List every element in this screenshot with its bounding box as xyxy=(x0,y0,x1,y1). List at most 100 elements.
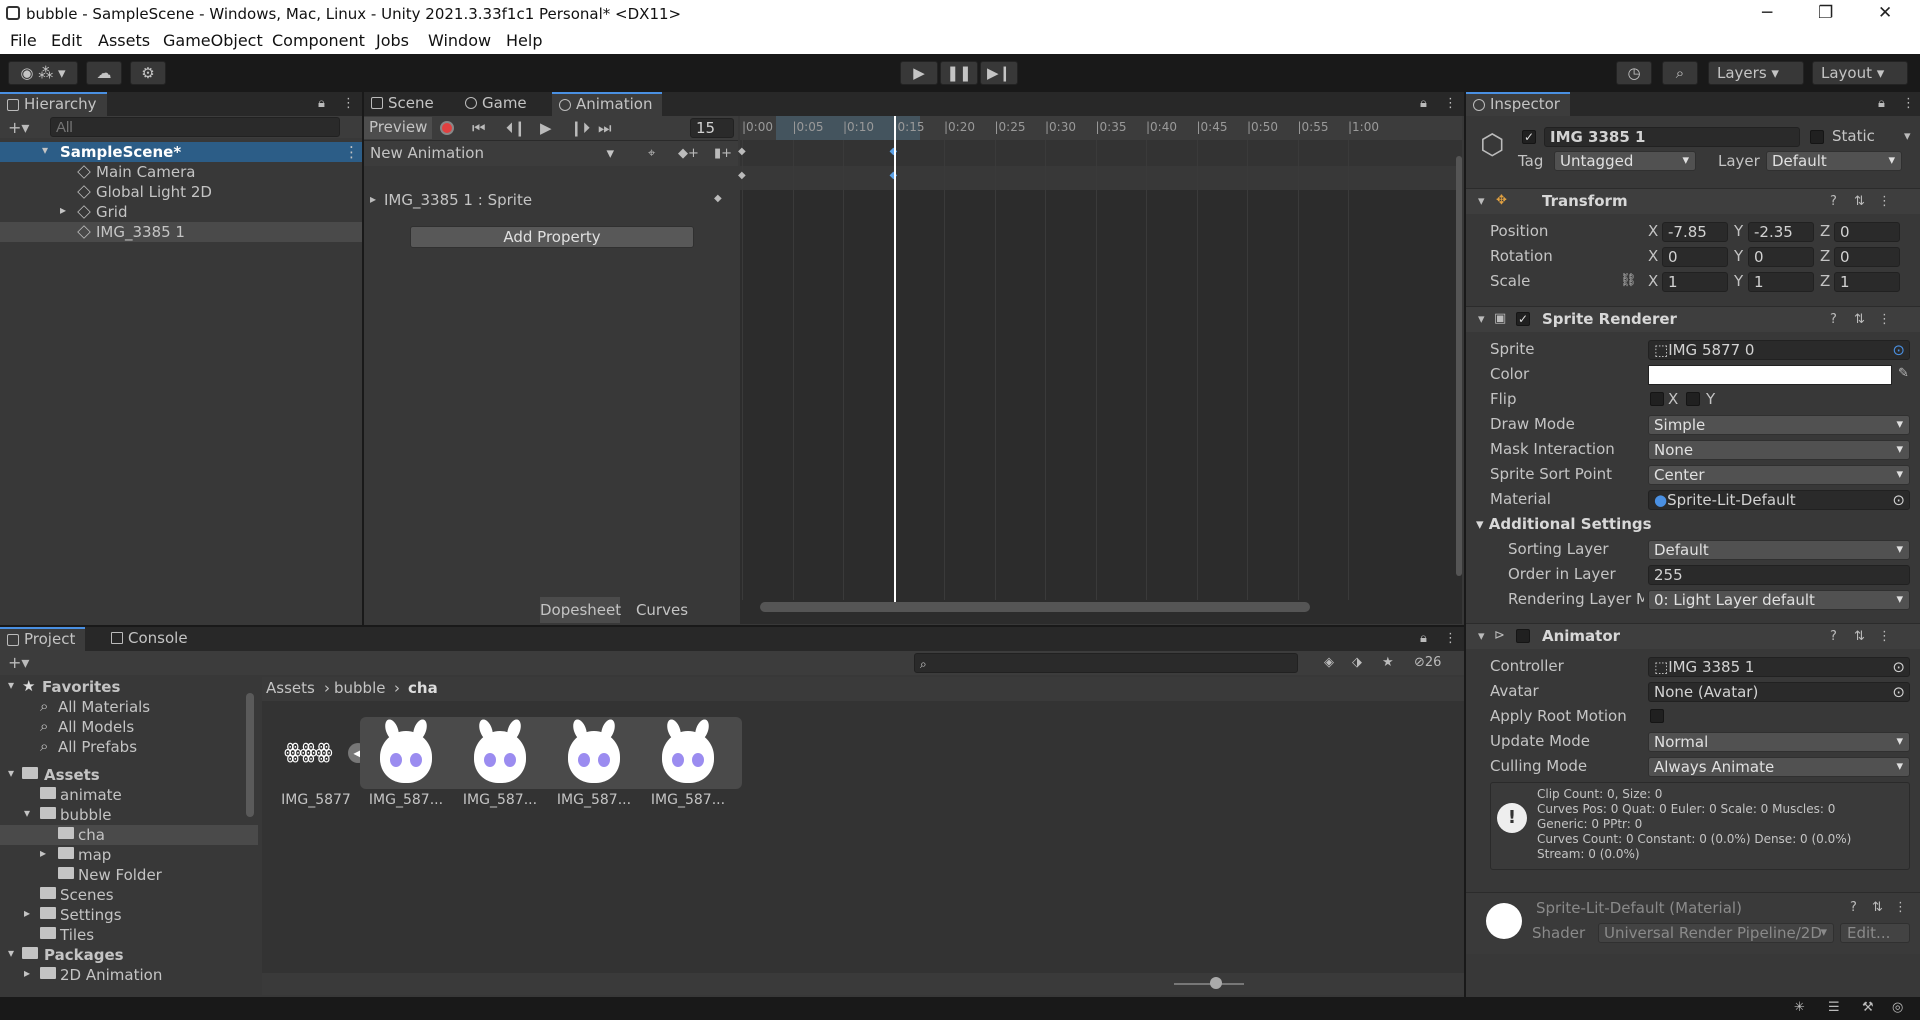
tab-curves[interactable]: Curves xyxy=(622,597,702,623)
chevron-down-icon[interactable]: ▾ xyxy=(1904,129,1911,144)
expand-icon[interactable]: ▸ xyxy=(370,192,376,206)
hierarchy-search-input[interactable] xyxy=(50,117,340,137)
preset-icon[interactable]: ⇅ xyxy=(1854,312,1865,327)
position-x-field[interactable]: -7.85 xyxy=(1662,222,1728,242)
active-checkbox[interactable]: ✓ xyxy=(1522,130,1536,144)
sprite-renderer-enabled-checkbox[interactable]: ✓ xyxy=(1516,312,1530,326)
close-button[interactable]: ✕ xyxy=(1878,3,1892,23)
culling-mode-dropdown[interactable]: Always Animate xyxy=(1648,757,1910,777)
frame-field[interactable]: 15 xyxy=(690,118,734,138)
menu-window[interactable]: Window xyxy=(428,31,491,50)
component-menu-icon[interactable]: ⋮ xyxy=(1878,194,1891,209)
timeline-scrollbar[interactable] xyxy=(760,602,1310,612)
kebab-menu-icon[interactable]: ⋮ xyxy=(1902,96,1915,111)
constrain-proportions-icon[interactable]: ⛓ xyxy=(1620,273,1637,288)
animator-enabled-checkbox[interactable] xyxy=(1516,629,1530,643)
scale-z-field[interactable]: 1 xyxy=(1834,272,1900,292)
hierarchy-item-selected[interactable]: IMG_3385 1 xyxy=(0,222,362,242)
sprite-renderer-header[interactable]: ▾ ▣ ✓ Sprite Renderer ? ⇅ ⋮ xyxy=(1466,306,1920,332)
position-z-field[interactable]: 0 xyxy=(1834,222,1900,242)
kebab-menu-icon[interactable]: ⋮ xyxy=(1444,96,1457,111)
fav-item[interactable]: ⌕ All Prefabs xyxy=(0,737,258,757)
step-button[interactable]: ▶❙ xyxy=(980,61,1018,85)
scale-x-field[interactable]: 1 xyxy=(1662,272,1728,292)
sprite-asset[interactable]: IMG_587... xyxy=(548,717,640,808)
hierarchy-item[interactable]: ▸ Grid xyxy=(0,202,362,222)
folder-item-selected[interactable]: cha xyxy=(0,825,258,845)
lighting-check-icon[interactable]: ◎ xyxy=(1892,1000,1903,1015)
add-event-icon[interactable]: ▮+ xyxy=(714,146,732,161)
prev-keyframe-icon[interactable]: ⏴❙ xyxy=(506,119,526,137)
help-icon[interactable]: ? xyxy=(1830,194,1837,209)
add-keyframe-target-icon[interactable]: ⌖ xyxy=(648,146,655,161)
component-menu-icon[interactable]: ⋮ xyxy=(1878,629,1891,644)
folder-item[interactable]: Tiles xyxy=(0,925,258,945)
transform-header[interactable]: ▾ ✥ Transform ? ⇅ ⋮ xyxy=(1466,188,1920,214)
sprite-asset[interactable]: IMG_587... xyxy=(360,717,452,808)
record-button[interactable] xyxy=(440,121,454,135)
help-icon[interactable]: ? xyxy=(1850,900,1857,915)
filter-label-icon[interactable]: ⬗ xyxy=(1352,655,1362,670)
property-row[interactable]: ▸ IMG_3385 1 : Sprite ◆ xyxy=(364,190,738,212)
rendering-layer-dropdown[interactable]: 0: Light Layer default xyxy=(1648,590,1910,610)
position-y-field[interactable]: -2.35 xyxy=(1748,222,1814,242)
material-field[interactable]: ●Sprite-Lit-Default ⊙ xyxy=(1648,490,1910,510)
menu-assets[interactable]: Assets xyxy=(98,31,150,50)
rotation-x-field[interactable]: 0 xyxy=(1662,247,1728,267)
help-icon[interactable]: ? xyxy=(1830,312,1837,327)
lock-icon[interactable]: 🔒︎ xyxy=(318,96,325,111)
folder-item[interactable]: ▸ map xyxy=(0,845,258,865)
scene-row[interactable]: ▾ SampleScene* ⋮ xyxy=(0,142,362,162)
folder-item[interactable]: ▾ bubble xyxy=(0,805,258,825)
lock-icon[interactable]: 🔒︎ xyxy=(1878,96,1885,111)
project-search-input[interactable]: ⌕ xyxy=(914,653,1298,673)
component-menu-icon[interactable]: ⋮ xyxy=(1878,312,1891,327)
tree-scrollbar[interactable] xyxy=(246,693,254,817)
tab-animation[interactable]: Animation xyxy=(552,92,663,116)
folder-item[interactable]: animate xyxy=(0,785,258,805)
preset-icon[interactable]: ⇅ xyxy=(1854,194,1865,209)
assets-row[interactable]: ▾ Assets xyxy=(0,765,258,785)
mask-interaction-dropdown[interactable]: None xyxy=(1648,440,1910,460)
zoom-slider-handle[interactable] xyxy=(1210,977,1222,989)
tab-hierarchy[interactable]: Hierarchy xyxy=(0,92,107,116)
clip-dropdown[interactable]: New Animation ▾ xyxy=(366,144,622,164)
color-swatch[interactable] xyxy=(1648,365,1892,385)
sprite-asset[interactable]: IMG_587... xyxy=(454,717,546,808)
sprite-asset[interactable]: IMG_587... xyxy=(642,717,734,808)
rotation-z-field[interactable]: 0 xyxy=(1834,247,1900,267)
next-keyframe-icon[interactable]: ❙⏵ xyxy=(570,119,590,137)
filter-type-icon[interactable]: ◈ xyxy=(1324,655,1334,670)
eyedropper-icon[interactable]: ✎ xyxy=(1898,366,1909,381)
layers-dropdown[interactable]: Layers ▾ xyxy=(1708,61,1804,85)
add-icon[interactable]: +▾ xyxy=(8,653,29,672)
history-icon[interactable]: ◷ xyxy=(1616,61,1652,85)
timeline-area[interactable]: |0:00 |0:05 |0:10 |0:15 |0:20 |0:25 |0:30 |0:35… xyxy=(738,116,1462,624)
auto-generate-icon[interactable]: ⚒ xyxy=(1862,1000,1874,1015)
account-button[interactable]: ◉ ⁂ ▾ xyxy=(8,61,78,85)
shader-dropdown[interactable]: Universal Render Pipeline/2D xyxy=(1598,923,1834,943)
folder-item[interactable]: ▸ Settings xyxy=(0,905,258,925)
menu-edit[interactable]: Edit xyxy=(51,31,82,50)
flip-y-checkbox[interactable] xyxy=(1686,392,1700,406)
sorting-layer-dropdown[interactable]: Default xyxy=(1648,540,1910,560)
packages-row[interactable]: ▾ Packages xyxy=(0,945,258,965)
tab-dopesheet[interactable]: Dopesheet xyxy=(540,597,621,623)
shader-edit-button[interactable]: Edit... xyxy=(1840,923,1910,943)
add-icon[interactable]: +▾ xyxy=(8,118,29,137)
timeline-ruler[interactable]: |0:00 |0:05 |0:10 |0:15 |0:20 |0:25 |0:30 |0:35… xyxy=(740,116,1462,140)
order-in-layer-field[interactable]: 255 xyxy=(1648,565,1910,585)
fav-item[interactable]: ⌕ All Models xyxy=(0,717,258,737)
favorites-row[interactable]: ▾ ★ Favorites xyxy=(0,677,258,697)
play-animation-icon[interactable]: ▶ xyxy=(540,119,552,137)
favorite-star-icon[interactable]: ★ xyxy=(1382,655,1394,670)
cloud-icon[interactable]: ☁ xyxy=(86,61,122,85)
kebab-menu-icon[interactable]: ⋮ xyxy=(342,96,355,111)
sprite-sheet-item[interactable]: ꙮꙮꙮ ◀ IMG_5877 xyxy=(270,717,374,808)
sprite-field[interactable]: ⬚IMG 5877 0 ⊙ xyxy=(1648,340,1910,360)
pause-button[interactable]: ❚❚ xyxy=(940,61,978,85)
draw-mode-dropdown[interactable]: Simple xyxy=(1648,415,1910,435)
keyframe-diamond[interactable]: ◆ xyxy=(738,146,746,157)
maximize-button[interactable]: ❐ xyxy=(1818,3,1833,23)
tag-dropdown[interactable]: Untagged xyxy=(1554,151,1696,171)
